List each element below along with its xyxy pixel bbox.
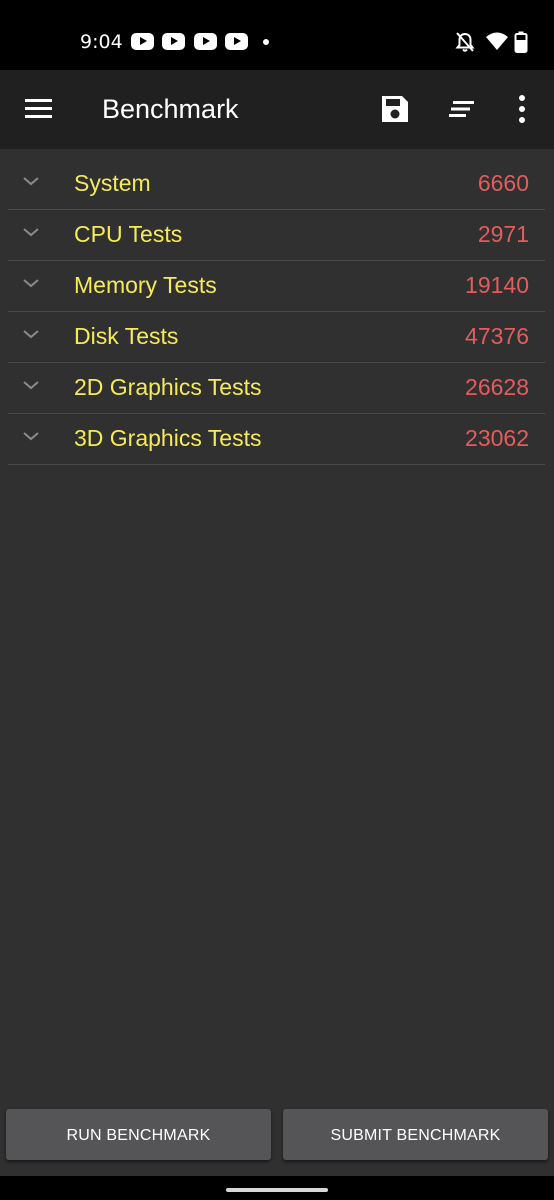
result-row-system[interactable]: System 6660 [8, 158, 545, 210]
result-row-2d-graphics-tests[interactable]: 2D Graphics Tests 26628 [8, 362, 545, 414]
navigation-bar [0, 1176, 554, 1200]
more-vert-icon[interactable] [505, 92, 539, 126]
result-score: 23062 [465, 425, 529, 451]
result-score: 26628 [465, 374, 529, 400]
home-gesture-handle[interactable] [226, 1188, 328, 1192]
youtube-notification-icon [131, 33, 154, 50]
bell-off-icon [455, 32, 475, 52]
more-notifications-dot-icon [263, 39, 269, 45]
chevron-down-icon [23, 177, 39, 186]
result-label: 2D Graphics Tests [74, 374, 262, 400]
app-bar: Benchmark [0, 70, 554, 149]
chevron-down-icon [23, 279, 39, 288]
status-bar: 9:04 [0, 0, 554, 70]
youtube-notification-icon [162, 33, 185, 50]
result-label: 3D Graphics Tests [74, 425, 262, 451]
page-title: Benchmark [102, 94, 239, 124]
menu-icon[interactable] [24, 96, 54, 122]
result-label: System [74, 170, 151, 196]
result-row-disk-tests[interactable]: Disk Tests 47376 [8, 311, 545, 363]
result-row-memory-tests[interactable]: Memory Tests 19140 [8, 260, 545, 312]
status-time: 9:04 [80, 31, 123, 53]
save-icon[interactable] [378, 92, 412, 126]
submit-benchmark-button[interactable]: SUBMIT BENCHMARK [283, 1109, 548, 1160]
chevron-down-icon [23, 432, 39, 441]
result-label: Disk Tests [74, 323, 179, 349]
result-score: 47376 [465, 323, 529, 349]
run-benchmark-button[interactable]: RUN BENCHMARK [6, 1109, 271, 1160]
youtube-notification-icon [225, 33, 248, 50]
results-list: System 6660 CPU Tests 2971 Memory Tests … [0, 149, 554, 1176]
chevron-down-icon [23, 330, 39, 339]
chevron-down-icon [23, 381, 39, 390]
result-score: 19140 [465, 272, 529, 298]
sort-icon[interactable] [446, 92, 480, 126]
result-label: Memory Tests [74, 272, 217, 298]
result-score: 2971 [477, 221, 529, 247]
result-row-3d-graphics-tests[interactable]: 3D Graphics Tests 23062 [8, 413, 545, 465]
result-row-cpu-tests[interactable]: CPU Tests 2971 [8, 209, 545, 261]
chevron-down-icon [23, 228, 39, 237]
wifi-icon [486, 32, 508, 50]
result-label: CPU Tests [74, 221, 183, 247]
youtube-notification-icon [194, 33, 217, 50]
result-score: 6660 [477, 170, 529, 196]
battery-icon [514, 31, 528, 53]
